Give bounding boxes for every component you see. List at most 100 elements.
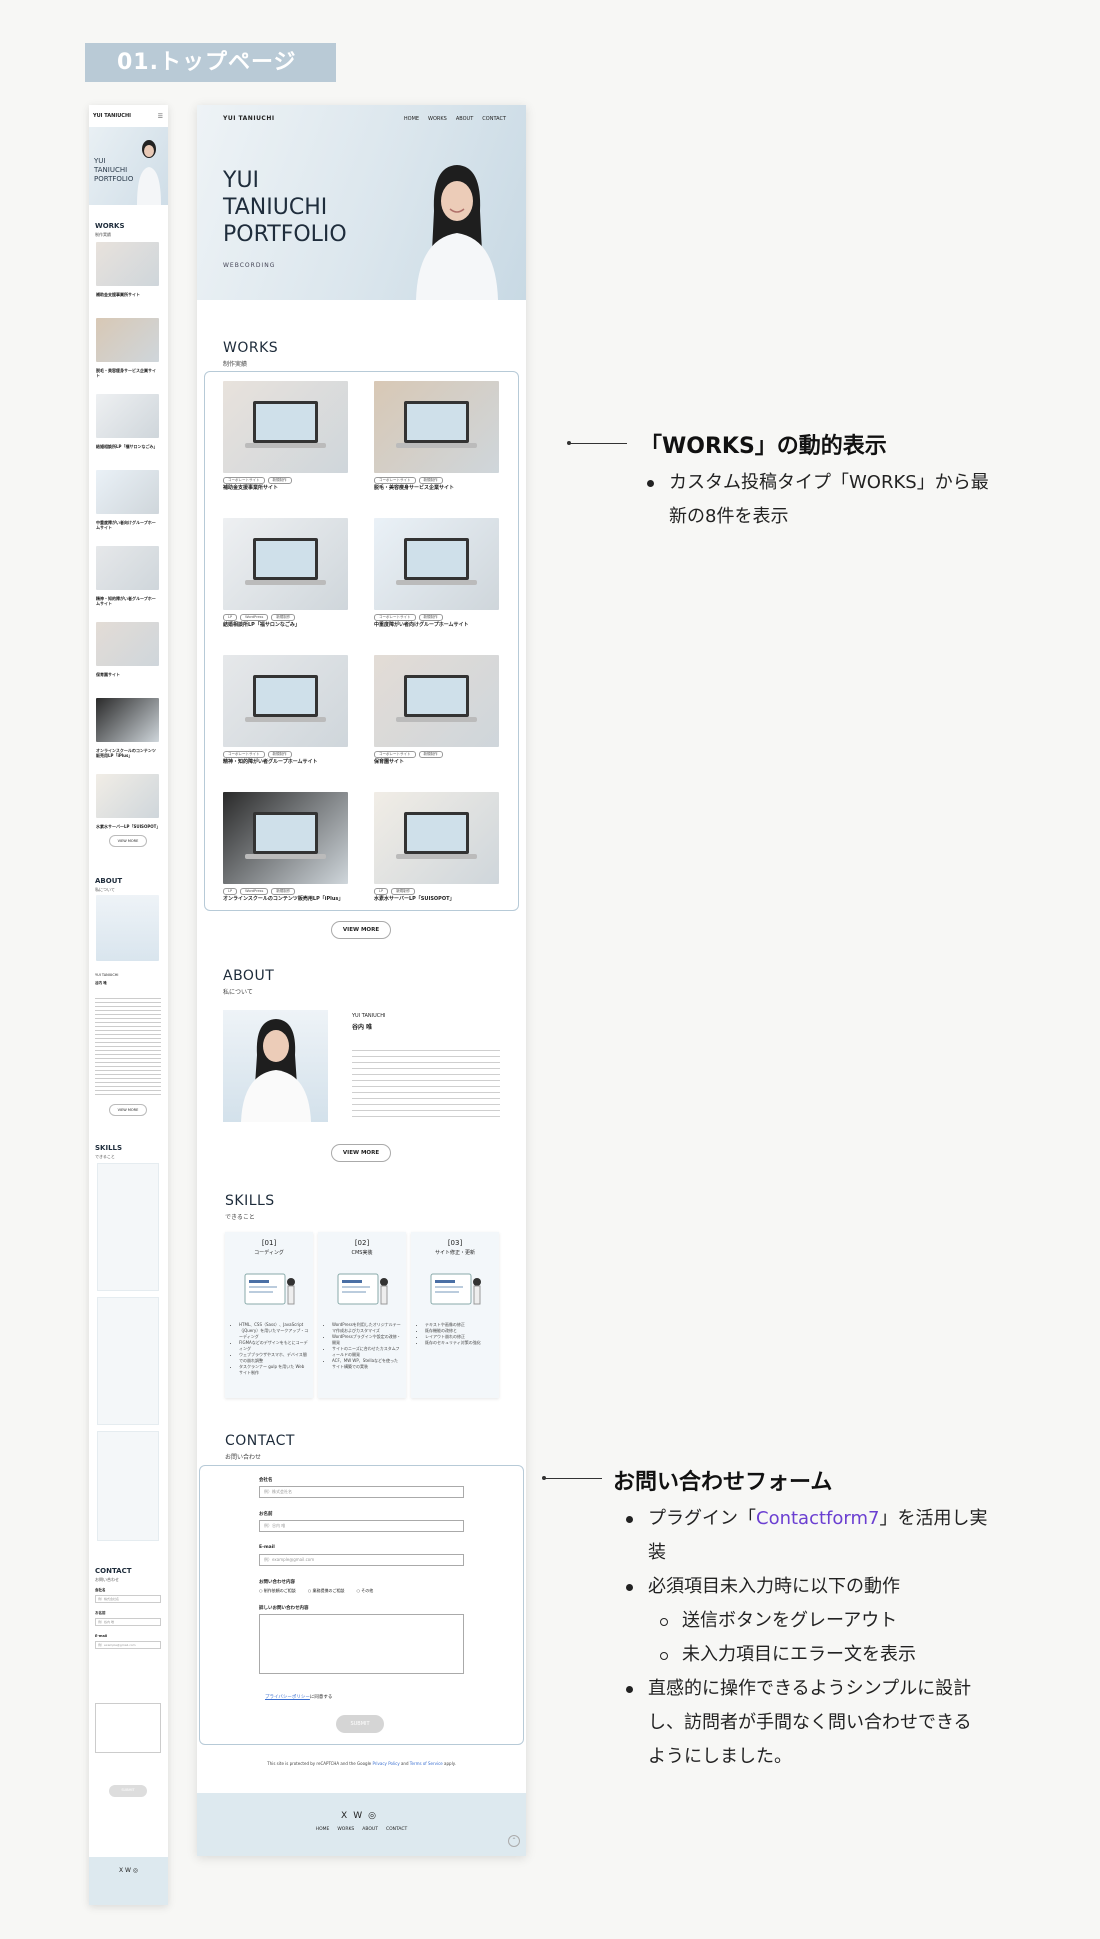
mobile-work-thumbnail[interactable] — [96, 242, 159, 286]
works-title: WORKS — [223, 340, 279, 356]
work-title[interactable]: 補助金支援事業所サイト — [223, 484, 353, 491]
skill-list: HTML、CSS（Sass）、JavaScript（jQuery）を用いたマーク… — [233, 1322, 309, 1376]
x-icon[interactable]: X — [341, 1811, 353, 1821]
mobile-work-thumbnail[interactable] — [96, 394, 159, 438]
mobile-about-name-en: YUI TANIUCHI — [95, 973, 119, 977]
mobile-name-input[interactable]: 例）谷内 唯 — [95, 1618, 161, 1626]
work-thumbnail[interactable] — [374, 518, 499, 610]
email-input[interactable]: 例）example@gmail.com — [259, 1554, 464, 1566]
mobile-field-label: 会社名 — [95, 1588, 106, 1592]
recaptcha-privacy-link[interactable]: Privacy Policy — [372, 1761, 399, 1766]
mobile-work-title[interactable]: オンラインスクールのコンテンツ販売用LP「iPlus」 — [96, 748, 159, 758]
mobile-work-title[interactable]: 補助金支援事業所サイト — [96, 292, 159, 297]
work-thumbnail[interactable] — [374, 792, 499, 884]
footer-nav-works[interactable]: WORKS — [337, 1827, 354, 1832]
company-input[interactable]: 例）株式会社名 — [259, 1486, 464, 1498]
work-title[interactable]: オンラインスクールのコンテンツ販売用LP「iPlus」 — [223, 895, 353, 902]
nav-works[interactable]: WORKS — [428, 116, 447, 122]
inquiry-radio-group: ○ 制作依頼のご相談 ○ 業務提携のご相談 ○ その他 — [259, 1588, 373, 1594]
work-thumbnail[interactable] — [374, 655, 499, 747]
nav-home[interactable]: HOME — [404, 116, 419, 122]
skill-item: ウェブブラウザやスマホ、デバイス間での崩れ調整 — [239, 1352, 309, 1364]
mobile-work-title[interactable]: 精神・知的障がい者グループホームサイト — [96, 596, 159, 606]
mobile-work-thumbnail[interactable] — [96, 698, 159, 742]
mobile-work-title[interactable]: 結婚相談所LP「福サロンなごみ」 — [96, 444, 159, 449]
mobile-footer: X W ◎ — [89, 1857, 168, 1905]
work-tag: LP — [223, 614, 238, 621]
work-thumbnail[interactable] — [223, 792, 348, 884]
work-thumbnail[interactable] — [223, 655, 348, 747]
inquiry-radio-option[interactable]: ○ 業務提携のご相談 — [308, 1588, 345, 1594]
mobile-work-title[interactable]: 中重度障がい者向けグループホームサイト — [96, 520, 159, 530]
message-textarea[interactable] — [259, 1614, 464, 1674]
work-title[interactable]: 水素水サーバーLP「SUISOPOT」 — [374, 895, 504, 902]
works-view-more-button[interactable]: VIEW MORE — [331, 921, 391, 939]
email-label: E-mail — [259, 1545, 275, 1550]
footer-nav-contact[interactable]: CONTACT — [386, 1827, 407, 1832]
annotation-contact-subitem: 未入力項目にエラー文を表示 — [624, 1638, 989, 1672]
hamburger-icon[interactable]: ☰ — [158, 113, 163, 120]
work-tag: 新規制作 — [418, 614, 443, 621]
skill-item: サイトのニーズに合わせたカスタムフィールドの開発 — [332, 1346, 402, 1358]
footer-nav-home[interactable]: HOME — [316, 1827, 330, 1832]
skill-item: WordPressを利用したオリジナルテーマ作成およびカスタマイズ — [332, 1322, 402, 1334]
mobile-work-thumbnail[interactable] — [96, 546, 159, 590]
name-input[interactable]: 例）谷内 唯 — [259, 1520, 464, 1532]
work-title[interactable]: 中重度障がい者向けグループホームサイト — [374, 621, 504, 628]
wantedly-icon[interactable]: W — [353, 1811, 368, 1821]
mobile-submit-button[interactable]: SUBMIT — [109, 1785, 147, 1797]
inquiry-radio-option[interactable]: ○ 制作依頼のご相談 — [259, 1588, 296, 1594]
mobile-about-text — [95, 995, 161, 1097]
annotation-contact-item: プラグイン「Contactform7」を活用し実装 — [624, 1502, 989, 1570]
work-tag: コーポレートサイト — [374, 477, 416, 484]
skill-item: FIGMAなどのデザインをもとにコーディング — [239, 1340, 309, 1352]
mobile-about-view-more[interactable]: VIEW MORE — [109, 1104, 147, 1116]
work-tag: 新規制作 — [391, 888, 416, 895]
work-thumbnail[interactable] — [223, 518, 348, 610]
work-title[interactable]: 結婚相談所LP「福サロンなごみ」 — [223, 621, 353, 628]
works-subtitle: 制作実績 — [223, 361, 248, 368]
annotation-connector-line — [569, 443, 627, 444]
site-logo[interactable]: YUI TANIUCHI — [223, 115, 275, 122]
skill-item: HTML、CSS（Sass）、JavaScript（jQuery）を用いたマーク… — [239, 1322, 309, 1340]
inquiry-radio-option[interactable]: ○ その他 — [357, 1588, 374, 1594]
skill-name: CMS実装 — [351, 1250, 373, 1256]
mobile-work-title[interactable]: 水素水サーバーLP「SUISOPOT」 — [96, 824, 160, 829]
mobile-work-thumbnail[interactable] — [96, 774, 159, 818]
mobile-field-label: お名前 — [95, 1611, 106, 1615]
about-view-more-button[interactable]: VIEW MORE — [331, 1144, 391, 1162]
about-name-en: YUI TANIUCHI — [352, 1013, 386, 1019]
contact-title: CONTACT — [225, 1433, 295, 1449]
recaptcha-terms-link[interactable]: Terms of Service — [410, 1761, 443, 1766]
footer-nav-about[interactable]: ABOUT — [362, 1827, 378, 1832]
nav-about[interactable]: ABOUT — [456, 116, 473, 122]
laptop-icon — [245, 401, 326, 448]
mobile-email-input[interactable]: 例）example@gmail.com — [95, 1641, 161, 1649]
skill-name: サイト修正・更新 — [434, 1250, 475, 1256]
work-title[interactable]: 精神・知的障がい者グループホームサイト — [223, 758, 353, 765]
work-thumbnail[interactable] — [374, 381, 499, 473]
mobile-work-thumbnail[interactable] — [96, 622, 159, 666]
work-thumbnail[interactable] — [223, 381, 348, 473]
work-tag: WordPress — [240, 614, 269, 621]
submit-button[interactable]: SUBMIT — [336, 1715, 384, 1733]
mobile-work-title[interactable]: 保育園サイト — [96, 672, 159, 677]
nav-contact[interactable]: CONTACT — [482, 116, 506, 122]
mobile-work-thumbnail[interactable] — [96, 470, 159, 514]
mobile-company-input[interactable]: 例）株式会社名 — [95, 1595, 161, 1603]
skill-item: タスクランナー gulp を用いた Web サイト制作 — [239, 1364, 309, 1376]
mobile-work-title[interactable]: 脱毛・美容痩身サービス企業サイト — [96, 368, 159, 378]
mobile-work-thumbnail[interactable] — [96, 318, 159, 362]
mobile-message-textarea[interactable] — [95, 1703, 161, 1753]
about-photo — [223, 1010, 328, 1122]
back-to-top-icon[interactable]: ⌃ — [508, 1835, 520, 1847]
mobile-social-icons[interactable]: X W ◎ — [89, 1867, 168, 1874]
instagram-icon[interactable]: ◎ — [368, 1811, 382, 1821]
work-title[interactable]: 保育園サイト — [374, 758, 504, 765]
privacy-policy-link[interactable]: プライバシーポリシー — [265, 1695, 310, 1700]
mobile-logo[interactable]: YUI TANIUCHI — [93, 113, 131, 119]
work-title[interactable]: 脱毛・美容痩身サービス企業サイト — [374, 484, 504, 491]
skill-number: [01] — [261, 1239, 277, 1247]
hero-title: YUI TANIUCHI PORTFOLIO — [223, 168, 347, 247]
mobile-works-view-more[interactable]: VIEW MORE — [109, 835, 147, 847]
